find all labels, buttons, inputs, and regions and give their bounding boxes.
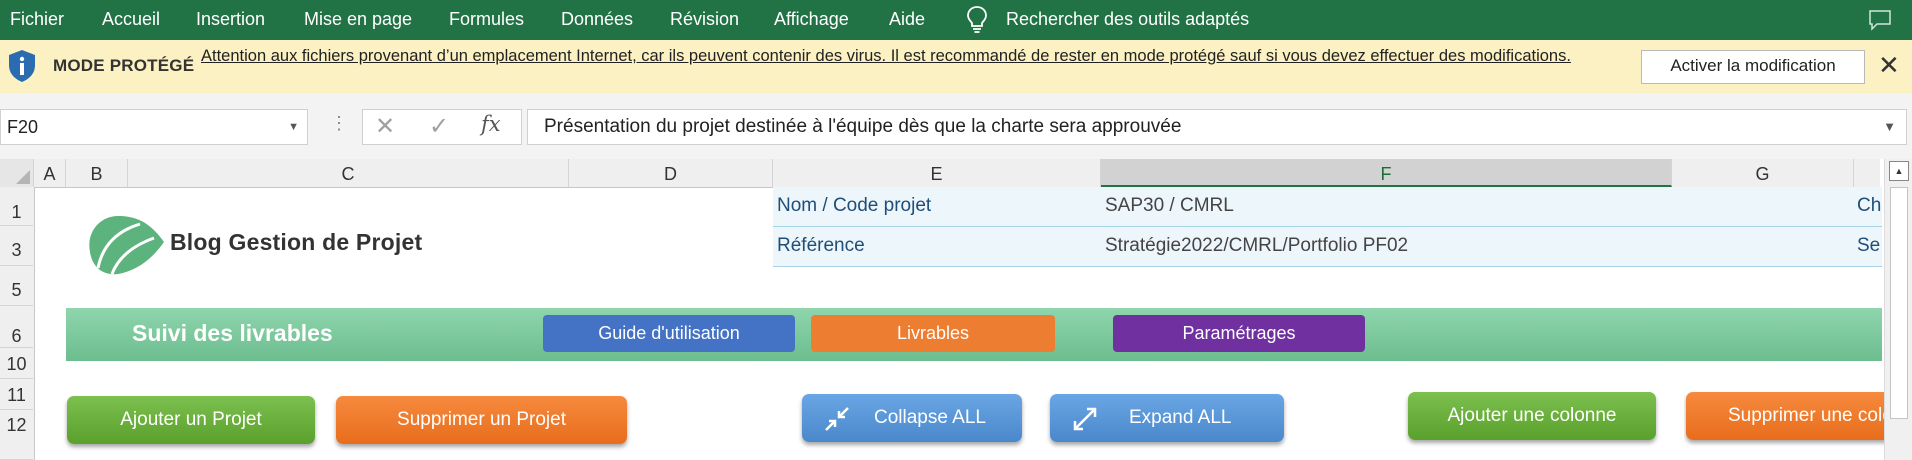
row-header-5[interactable]: 5: [0, 266, 33, 306]
banner-title: Suivi des livrables: [132, 320, 333, 346]
menu-affichage[interactable]: Affichage: [774, 0, 849, 40]
select-all-corner[interactable]: [0, 159, 34, 187]
row-header-1[interactable]: 1: [0, 187, 33, 226]
scroll-up-icon[interactable]: ▲: [1889, 161, 1909, 181]
search-tools[interactable]: Rechercher des outils adaptés: [1006, 0, 1249, 40]
column-header-d[interactable]: D: [569, 159, 773, 187]
reference-label: Référence: [777, 235, 865, 256]
add-project-button[interactable]: Ajouter un Projet: [67, 396, 315, 444]
chevron-down-icon[interactable]: ▼: [1883, 110, 1896, 144]
close-icon[interactable]: ✕: [1878, 51, 1900, 79]
row-header-3[interactable]: 3: [0, 226, 33, 266]
logo-text: Blog Gestion de Projet: [170, 229, 423, 255]
menu-insertion[interactable]: Insertion: [196, 0, 265, 40]
menu-formules[interactable]: Formules: [449, 0, 524, 40]
scrollbar-thumb[interactable]: [1890, 187, 1908, 419]
protected-mode-title: MODE PROTÉGÉ: [53, 56, 195, 75]
lightbulb-icon: [967, 6, 987, 33]
select-all-icon: [16, 170, 30, 184]
livrables-button[interactable]: Livrables: [811, 315, 1055, 352]
expand-all-label: Expand ALL: [1129, 407, 1232, 428]
shield-info-icon: [9, 50, 35, 82]
menu-mise-en-page[interactable]: Mise en page: [304, 0, 412, 40]
reference-value[interactable]: Stratégie2022/CMRL/Portfolio PF02: [1105, 235, 1408, 257]
guide-button[interactable]: Guide d'utilisation: [543, 315, 795, 352]
project-name-value[interactable]: SAP30 / CMRL: [1105, 195, 1234, 217]
formula-input[interactable]: Présentation du projet destinée à l'équi…: [527, 109, 1907, 145]
ribbon-menu-bar: Fichier Accueil Insertion Mise en page F…: [0, 0, 1912, 40]
protected-mode-message[interactable]: Attention aux fichiers provenant d’un em…: [201, 44, 1601, 68]
column-header-b[interactable]: B: [66, 159, 128, 187]
project-info-row: Référence Stratégie2022/CMRL/Portfolio P…: [773, 227, 1882, 267]
menu-donnees[interactable]: Données: [561, 0, 633, 40]
formula-bar: F20 ▼ ⋮ ✕ ✓ fx Présentation du projet de…: [0, 93, 1912, 159]
menu-aide[interactable]: Aide: [889, 0, 925, 40]
add-column-button[interactable]: Ajouter une colonne: [1408, 392, 1656, 440]
name-box-value: F20: [7, 117, 39, 137]
project-info-truncated-label: Ch: [1857, 195, 1882, 216]
parametrages-button[interactable]: Paramétrages: [1113, 315, 1365, 352]
row-header-6[interactable]: 6: [0, 306, 33, 348]
collapse-arrows-icon: [825, 407, 849, 431]
delete-project-button[interactable]: Supprimer un Projet: [336, 396, 627, 444]
vertical-scrollbar[interactable]: ▲: [1884, 159, 1912, 460]
expand-all-button[interactable]: Expand ALL: [1050, 394, 1284, 442]
collapse-all-label: Collapse ALL: [874, 407, 986, 428]
expand-arrows-icon: [1073, 407, 1097, 431]
row-header-11[interactable]: 11: [0, 379, 33, 410]
menu-accueil[interactable]: Accueil: [102, 0, 160, 40]
project-info-row: Nom / Code projet SAP30 / CMRL Ch: [773, 187, 1882, 227]
menu-revision[interactable]: Révision: [670, 0, 739, 40]
column-header-c[interactable]: C: [128, 159, 569, 187]
column-headers: A B C D E F G: [0, 159, 1880, 188]
row-headers: 1 3 5 6 10 11 12: [0, 187, 35, 460]
name-box[interactable]: F20 ▼: [0, 109, 308, 145]
formula-content: Présentation du projet destinée à l'équi…: [544, 116, 1182, 137]
column-header-f[interactable]: F: [1101, 159, 1672, 187]
column-header-e[interactable]: E: [773, 159, 1101, 187]
vertical-dots-icon[interactable]: ⋮: [330, 113, 348, 134]
leaf-logo-icon: [89, 216, 164, 275]
protected-view-bar: MODE PROTÉGÉ Attention aux fichiers prov…: [0, 40, 1912, 94]
row-header-12[interactable]: 12: [0, 410, 33, 460]
checkmark-icon[interactable]: ✓: [429, 112, 449, 141]
column-header-a[interactable]: A: [34, 159, 66, 187]
column-header-g[interactable]: G: [1672, 159, 1854, 187]
fx-icon[interactable]: fx: [481, 112, 501, 136]
formula-actions: ✕ ✓ fx: [362, 109, 522, 145]
cancel-x-icon[interactable]: ✕: [375, 112, 395, 141]
deliverables-banner: Suivi des livrables Guide d'utilisation …: [66, 308, 1882, 361]
project-info-truncated-label: Se: [1857, 235, 1881, 256]
collapse-all-button[interactable]: Collapse ALL: [802, 394, 1022, 442]
row-header-10[interactable]: 10: [0, 348, 33, 379]
enable-editing-button[interactable]: Activer la modification: [1641, 50, 1865, 84]
chevron-down-icon[interactable]: ▼: [288, 110, 299, 144]
comment-icon[interactable]: [1868, 9, 1892, 31]
project-name-label: Nom / Code projet: [777, 195, 932, 216]
delete-column-button[interactable]: Supprimer une colonne: [1686, 392, 1884, 440]
delete-column-clip: Supprimer une colonne: [1684, 390, 1884, 446]
menu-fichier[interactable]: Fichier: [10, 0, 64, 40]
